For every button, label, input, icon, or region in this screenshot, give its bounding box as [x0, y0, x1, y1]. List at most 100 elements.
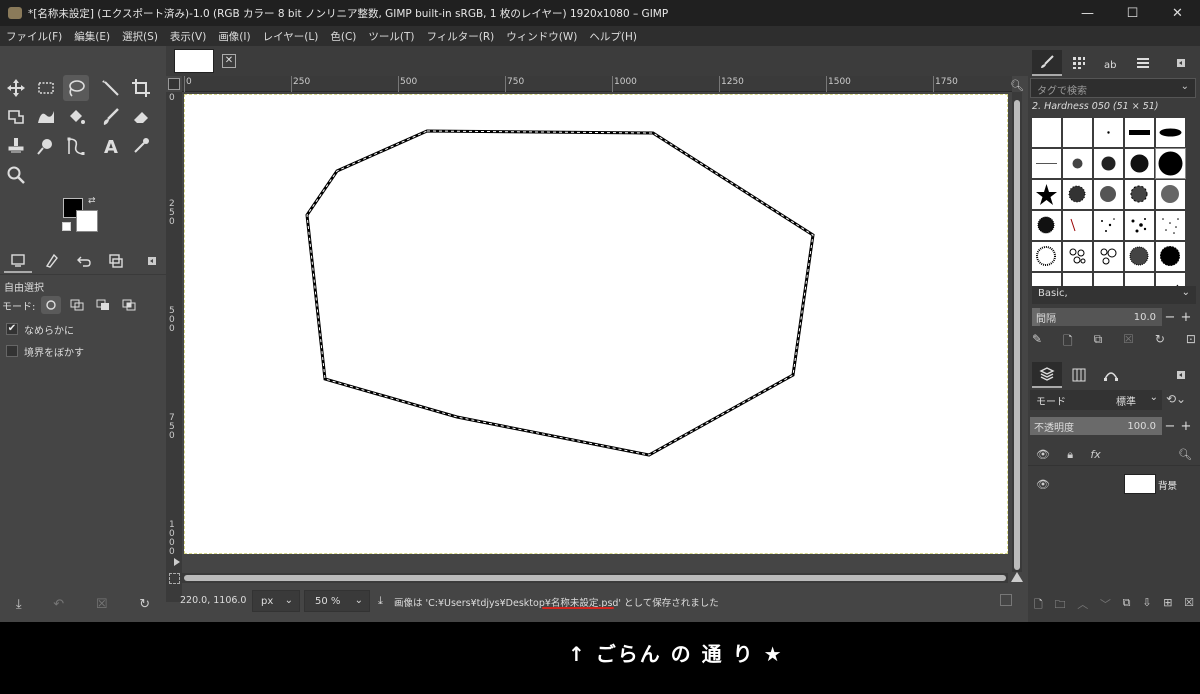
brush-item[interactable] — [1032, 180, 1061, 209]
new-brush-icon[interactable]: 🗋︎ — [1063, 332, 1073, 350]
opacity-decrease-button[interactable]: − — [1162, 419, 1178, 434]
image-tab-close-icon[interactable]: ✕ — [222, 54, 236, 68]
tab-tool-presets[interactable] — [1128, 50, 1158, 76]
layer-opacity-slider[interactable]: 不透明度 100.0 — [1030, 417, 1162, 435]
spacing-decrease-button[interactable]: − — [1162, 310, 1178, 325]
swap-colors-icon[interactable]: ⇄ — [88, 196, 98, 206]
menu-colors[interactable]: 色(C) — [330, 29, 356, 44]
tab-undo-history[interactable] — [70, 249, 98, 273]
brush-item[interactable] — [1094, 180, 1123, 209]
brush-item[interactable] — [1094, 211, 1123, 240]
feather-edges-row[interactable]: 境界をぼかす — [6, 343, 84, 359]
menu-file[interactable]: ファイル(F) — [6, 29, 62, 44]
image-menu-button[interactable] — [168, 78, 180, 90]
free-select-lasso-icon[interactable] — [63, 75, 89, 101]
zoom-on-resize-icon[interactable]: 🔍︎ — [1010, 79, 1024, 92]
move-tool-icon[interactable] — [3, 75, 29, 101]
brush-item[interactable] — [1032, 118, 1061, 147]
brush-item[interactable] — [1063, 180, 1092, 209]
bucket-fill-icon[interactable] — [63, 104, 89, 130]
layer-visibility-eye-icon[interactable]: 👁︎ — [1036, 478, 1050, 491]
antialias-checkbox[interactable]: ✔ — [6, 323, 18, 335]
tab-device-status[interactable] — [38, 249, 66, 273]
brush-item[interactable] — [1094, 118, 1123, 147]
delete-brush-icon[interactable]: ☒ — [1123, 332, 1134, 350]
delete-tool-preset-icon[interactable]: ☒ — [96, 597, 108, 612]
vertical-scrollbar[interactable] — [1012, 92, 1022, 572]
mode-subtract-icon[interactable] — [93, 296, 113, 314]
tab-tool-options[interactable] — [4, 249, 32, 273]
unified-transform-icon[interactable] — [3, 104, 29, 130]
brush-item[interactable] — [1094, 242, 1123, 271]
brush-item[interactable] — [1156, 242, 1185, 271]
merge-layer-icon[interactable]: ⊞ — [1163, 596, 1172, 612]
brush-item[interactable] — [1032, 149, 1061, 178]
crop-tool-icon[interactable] — [128, 75, 154, 101]
color-picker-icon[interactable] — [128, 133, 154, 159]
feather-edges-checkbox[interactable] — [6, 345, 18, 357]
restore-tool-preset-icon[interactable]: ↶ — [53, 597, 64, 612]
text-tool-icon[interactable]: A — [98, 133, 124, 159]
unit-select[interactable]: px ⌄ — [252, 590, 300, 612]
paths-tool-icon[interactable] — [63, 133, 89, 159]
brush-item[interactable] — [1063, 211, 1092, 240]
brush-item[interactable] — [1032, 211, 1061, 240]
tab-channels[interactable] — [1064, 362, 1094, 388]
fuzzy-select-wand-icon[interactable] — [98, 75, 124, 101]
refresh-brushes-icon[interactable]: ↻ — [1155, 332, 1165, 350]
duplicate-brush-icon[interactable]: ⧉ — [1094, 332, 1103, 350]
eraser-icon[interactable] — [128, 104, 154, 130]
open-brush-as-image-icon[interactable]: ⊡ — [1186, 332, 1196, 350]
lock-icon[interactable]: 🔒︎ — [1067, 448, 1073, 462]
smudge-icon[interactable] — [33, 133, 59, 159]
duplicate-layer-icon[interactable]: ⧉ — [1123, 596, 1131, 612]
mode-add-icon[interactable] — [67, 296, 87, 314]
menu-select[interactable]: 選択(S) — [122, 29, 158, 44]
reset-colors-icon[interactable] — [62, 222, 71, 231]
save-tool-preset-icon[interactable]: ⤓ — [16, 597, 22, 612]
brush-preset-select[interactable]: Basic, ⌄ — [1032, 286, 1196, 304]
mode-replace-icon[interactable] — [41, 296, 62, 314]
rect-select-icon[interactable] — [33, 75, 59, 101]
tab-images[interactable] — [102, 249, 130, 273]
brush-item[interactable] — [1156, 211, 1185, 240]
brush-item[interactable] — [1125, 211, 1154, 240]
paintbrush-icon[interactable] — [98, 104, 124, 130]
clone-stamp-icon[interactable] — [3, 133, 29, 159]
tab-fonts[interactable]: ab — [1096, 50, 1126, 76]
new-layer-icon[interactable]: 🗋︎ — [1034, 596, 1043, 612]
tab-layers[interactable] — [1032, 362, 1062, 388]
menu-image[interactable]: 画像(I) — [218, 29, 250, 44]
zoom-select[interactable]: 50 % ⌄ — [304, 590, 370, 612]
brush-item[interactable] — [1125, 180, 1154, 209]
search-icon[interactable]: 🔍︎ — [1178, 448, 1192, 461]
menu-windows[interactable]: ウィンドウ(W) — [506, 29, 577, 44]
menu-edit[interactable]: 編集(E) — [74, 29, 110, 44]
brush-item[interactable] — [1094, 149, 1123, 178]
vertical-ruler[interactable]: 0 250 500 750 1000 — [166, 92, 182, 602]
delete-layer-icon[interactable]: ☒ — [1184, 596, 1194, 612]
dock-menu-icon[interactable] — [138, 249, 166, 273]
warp-transform-icon[interactable] — [33, 104, 59, 130]
brush-item[interactable] — [1063, 149, 1092, 178]
navigate-icon[interactable] — [1011, 572, 1023, 582]
brush-item[interactable] — [1063, 118, 1092, 147]
opacity-increase-button[interactable]: + — [1178, 419, 1194, 434]
horizontal-ruler[interactable]: 0 250 500 750 1000 1250 1500 1750 — [182, 76, 1012, 92]
switch-blend-mode-icon[interactable]: ⟲⌄ — [1166, 392, 1186, 406]
menu-layer[interactable]: レイヤー(L) — [263, 29, 319, 44]
brush-item[interactable] — [1125, 242, 1154, 271]
menu-help[interactable]: ヘルプ(H) — [589, 29, 637, 44]
navigation-preview-icon[interactable] — [1000, 594, 1012, 606]
menu-tools[interactable]: ツール(T) — [368, 29, 414, 44]
minimize-button[interactable]: — — [1065, 0, 1110, 26]
menu-filters[interactable]: フィルター(R) — [426, 29, 494, 44]
brush-item[interactable] — [1155, 148, 1186, 179]
image-canvas[interactable] — [184, 94, 1008, 554]
maximize-button[interactable]: ☐ — [1110, 0, 1155, 26]
dock-menu-icon-layers[interactable] — [1166, 362, 1196, 388]
toggle-quick-mask-arrow[interactable] — [174, 558, 180, 566]
brush-item[interactable] — [1063, 242, 1092, 271]
brush-item[interactable] — [1125, 149, 1154, 178]
spacing-increase-button[interactable]: + — [1178, 310, 1194, 325]
